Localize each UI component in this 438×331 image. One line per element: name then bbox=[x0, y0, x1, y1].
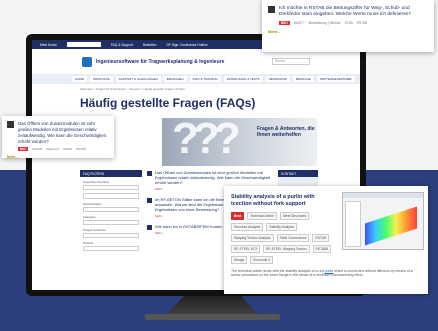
nav-item-downloads[interactable]: DOWNLOADS & TESTS bbox=[223, 76, 263, 82]
logo-icon[interactable] bbox=[82, 56, 92, 67]
filter-label: Gesuchter Suchtext bbox=[83, 180, 110, 184]
tag[interactable]: RFEM bbox=[63, 147, 72, 151]
tag[interactable]: Modellierung | Struktur bbox=[309, 21, 341, 25]
tag[interactable]: Allgemein bbox=[46, 147, 59, 151]
filter-label: Produkt bbox=[83, 241, 94, 245]
faq-card-top[interactable]: Ich möchte in RSTAB die Bettungsziffer f… bbox=[262, 0, 434, 52]
category-select[interactable] bbox=[83, 220, 139, 225]
fea-model-thumbnail[interactable] bbox=[342, 192, 424, 250]
page-title: Häufig gestellte Fragen (FAQs) bbox=[80, 96, 256, 110]
tag[interactable]: WAST7 bbox=[294, 21, 305, 25]
stress-result-beam bbox=[365, 206, 417, 246]
nav-item-branche[interactable]: BRANCHE bbox=[293, 76, 314, 82]
nav-item-newsroom[interactable]: NEWSROOM bbox=[265, 76, 291, 82]
tag-row: NEU WAST7 Modellierung | Struktur STAB R… bbox=[279, 20, 428, 25]
monitor-base bbox=[145, 314, 280, 320]
banner-text: Fragen & Antworten, die Ihnen weiterhelf… bbox=[257, 126, 315, 138]
nav-item-branchen[interactable]: BRANCHEN bbox=[163, 76, 187, 82]
topbar-hotline[interactable]: DF Sign. Kostenlose Hotline bbox=[166, 43, 207, 47]
search-input[interactable]: Suche bbox=[272, 58, 310, 65]
faq-card-text[interactable]: Das Öffnen von Zusatzmodulen ist sehr gr… bbox=[18, 121, 109, 145]
nav-item-vertrieb[interactable]: SOFTWAREVERTRIEB bbox=[316, 76, 355, 82]
topbar-order[interactable]: Bestellen bbox=[143, 43, 157, 47]
filter-label: Kategorie bbox=[83, 215, 96, 219]
faq-card-left[interactable]: Das Öffnen von Zusatzmodulen ist sehr gr… bbox=[2, 116, 114, 159]
new-badge: NEU bbox=[279, 20, 290, 25]
question-mark-graphic: ??? bbox=[172, 118, 241, 163]
document-icon bbox=[147, 225, 152, 230]
topbar-account[interactable]: Mein Konto bbox=[40, 43, 57, 47]
tag[interactable]: Steel Structures bbox=[279, 211, 310, 220]
document-icon bbox=[268, 6, 275, 13]
purlin-link[interactable]: purlin bbox=[325, 269, 334, 273]
tag[interactable]: Eurocode 3 bbox=[250, 255, 274, 264]
tag-badge: Best bbox=[231, 211, 245, 220]
faq-question[interactable]: Das Öffnen von Zusatzmodulen ist sehr gr… bbox=[155, 170, 273, 185]
filter-label: Schlüsselwort bbox=[83, 202, 102, 206]
product-select[interactable] bbox=[83, 246, 139, 251]
more-link[interactable]: Mehr... bbox=[7, 155, 109, 159]
tag[interactable]: Stability Analysis bbox=[266, 222, 297, 231]
login-input[interactable] bbox=[66, 42, 101, 47]
tag[interactable]: STAB bbox=[345, 21, 353, 25]
site-title: Ingenieursoftware für Tragwerksplanung &… bbox=[96, 58, 225, 65]
keyword-field[interactable] bbox=[83, 207, 139, 212]
breadcrumb[interactable]: Startseite > Support & Schulungen > Supp… bbox=[80, 87, 185, 91]
cad-toolbar bbox=[343, 193, 423, 198]
document-icon bbox=[147, 171, 152, 176]
document-icon bbox=[147, 198, 152, 203]
nav-item-home[interactable]: HOME bbox=[72, 76, 87, 82]
tag[interactable]: Technical Article bbox=[247, 211, 277, 220]
tag[interactable]: RSTAB8 bbox=[312, 244, 332, 253]
site-header: Ingenieursoftware für Tragwerksplanung &… bbox=[32, 49, 360, 74]
document-icon bbox=[7, 121, 14, 128]
nav-item-support[interactable]: SUPPORT & SCHULUNGEN bbox=[115, 76, 161, 82]
tag[interactable]: RSTAB bbox=[32, 147, 42, 151]
nav-item-produkte[interactable]: PRODUKTE bbox=[90, 76, 113, 82]
filter-header: FAQ FILTERN bbox=[80, 170, 142, 177]
main-navigation: HOME PRODUKTE SUPPORT & SCHULUNGEN BRANC… bbox=[32, 74, 360, 84]
faq-card-text[interactable]: Ich möchte in RSTAB die Bettungsziffer f… bbox=[279, 6, 428, 19]
filter-label: Programmfamilie bbox=[83, 228, 106, 232]
more-link[interactable]: Mehr... bbox=[155, 231, 228, 235]
article-summary: The technical article deals with the sta… bbox=[231, 269, 416, 279]
more-link[interactable]: Mehr... bbox=[268, 29, 428, 34]
tag-row: NEU RSTAB Allgemein RFEM RSTAB bbox=[18, 146, 109, 151]
tag[interactable]: RF-STEEL Warping Torsion bbox=[263, 244, 310, 253]
tag[interactable]: Warping Torsion Analysis bbox=[231, 233, 274, 242]
article-title[interactable]: Stability analysis of a purlin with tcec… bbox=[231, 194, 331, 208]
new-badge: NEU bbox=[18, 146, 29, 151]
faq-banner: ??? Fragen & Antworten, die Ihnen weiter… bbox=[162, 118, 317, 166]
summary-text: The technical article deals with the sta… bbox=[231, 268, 324, 273]
search-text-field[interactable] bbox=[83, 185, 139, 190]
article-tags: Best Technical Article Steel Structures … bbox=[231, 211, 339, 264]
topbar-faq[interactable]: FAQ & Support bbox=[111, 43, 133, 47]
tag[interactable]: Steel Connections bbox=[276, 233, 310, 242]
faq-filter-sidebar: FAQ FILTERN Gesuchter Suchtext Schlüssel… bbox=[80, 170, 142, 290]
technical-article-card[interactable]: Stability analysis of a purlin with tcec… bbox=[224, 186, 428, 294]
tag[interactable]: Structure Analysis bbox=[231, 222, 264, 231]
tag[interactable]: RSTAB bbox=[312, 233, 330, 242]
filter-spacer bbox=[83, 193, 139, 199]
tag[interactable]: RSTAB bbox=[76, 147, 86, 151]
program-family-select[interactable] bbox=[83, 233, 139, 238]
contact-header: KONTAKT bbox=[278, 170, 318, 177]
cad-navigator-panel bbox=[345, 201, 361, 247]
tag[interactable]: Design bbox=[231, 255, 248, 264]
tag[interactable]: RSTAB bbox=[357, 21, 367, 25]
nav-item-info[interactable]: INFO & TRAINING bbox=[189, 76, 221, 82]
faq-question[interactable]: Wie kann ich in RSTAB/RFEM Knoten … bbox=[155, 224, 228, 229]
tag[interactable]: RF-STEEL EC3 bbox=[231, 244, 261, 253]
